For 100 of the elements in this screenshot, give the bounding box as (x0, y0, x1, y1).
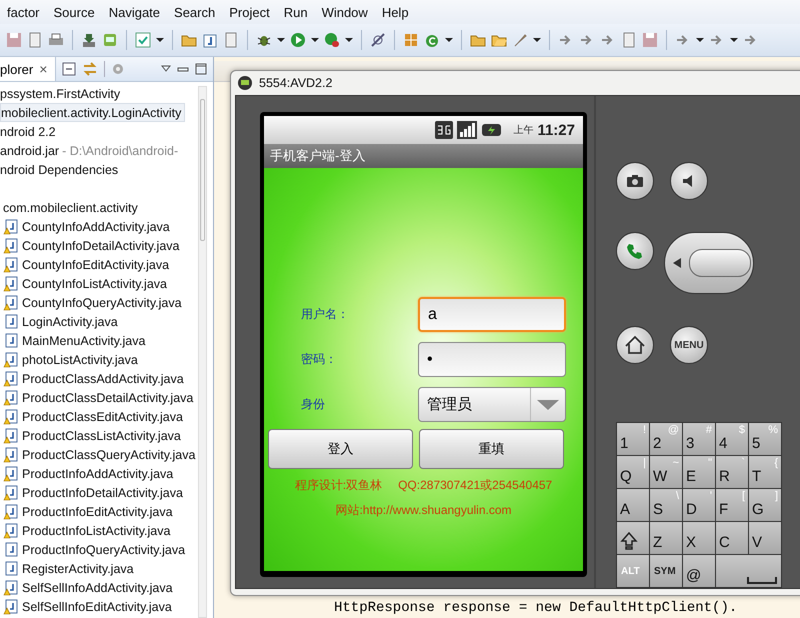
document-icon[interactable] (27, 32, 43, 48)
tree-item[interactable]: ProductInfoDetailActivity.java (0, 483, 186, 502)
tree-item[interactable]: CountyInfoDetailActivity.java (0, 236, 182, 255)
camera-button[interactable] (616, 162, 654, 200)
form-button[interactable]: 重填 (419, 429, 564, 469)
tree-item[interactable]: SelfSellInfoAddActivity.java (0, 578, 176, 597)
scrollbar[interactable] (198, 86, 207, 618)
tree-item[interactable]: ProductInfoEditActivity.java (0, 502, 176, 521)
menu-item[interactable]: Project (222, 4, 277, 20)
printer-icon[interactable] (48, 32, 64, 48)
caret-icon[interactable] (533, 37, 541, 43)
tree-item[interactable]: CountyInfoQueryActivity.java (0, 293, 185, 312)
tree-item[interactable]: CountyInfoListActivity.java (0, 274, 170, 293)
keyboard-key[interactable]: G ] (749, 489, 781, 521)
password-field[interactable]: • (418, 342, 566, 377)
maximize-icon[interactable] (195, 63, 207, 75)
tree-item[interactable]: ProductInfoListActivity.java (0, 521, 174, 540)
keyboard-key[interactable]: 3 # (683, 423, 715, 455)
android-device-icon[interactable] (102, 32, 118, 48)
keyboard-key[interactable]: S \ (650, 489, 682, 521)
caret-icon[interactable] (277, 37, 285, 43)
tree-item[interactable]: ProductInfoQueryActivity.java (0, 540, 188, 559)
keyboard-key[interactable]: 4 $ (716, 423, 748, 455)
caret-icon[interactable] (730, 37, 738, 43)
play-icon[interactable] (290, 32, 306, 48)
tree-item[interactable]: pssystem.FirstActivity (0, 84, 124, 103)
keyboard-key[interactable]: 5 % (749, 423, 781, 455)
menu-item[interactable]: Navigate (102, 4, 168, 20)
caret-icon[interactable] (696, 37, 704, 43)
keyboard-key[interactable]: V (749, 522, 781, 554)
menu-item[interactable]: Source (46, 4, 102, 20)
tree-item[interactable]: ndroid 2.2 (0, 122, 59, 141)
tree-item[interactable]: ProductInfoAddActivity.java (0, 464, 176, 483)
view-menu-icon[interactable] (161, 65, 171, 73)
tree-item[interactable]: com.mobileclient.activity (0, 198, 141, 217)
keyboard-key[interactable]: SYM (650, 555, 682, 587)
keyboard-key[interactable]: 2 @ (650, 423, 682, 455)
caret-icon[interactable] (445, 37, 453, 43)
space-key[interactable] (716, 555, 781, 587)
menu-item[interactable]: Window (314, 4, 375, 20)
close-icon[interactable]: × (39, 61, 48, 77)
keyboard-key[interactable]: R ` (716, 456, 748, 488)
keyboard-key[interactable]: Q | (617, 456, 649, 488)
tree-item[interactable]: ProductClassListActivity.java (0, 426, 184, 445)
keyboard-key[interactable]: A (617, 489, 649, 521)
run-tool-icon[interactable] (324, 32, 340, 48)
tree-item[interactable]: CountyInfoAddActivity.java (0, 217, 173, 236)
package-icon[interactable] (403, 32, 419, 48)
java-class-icon[interactable] (202, 32, 218, 48)
form-button[interactable]: 登入 (268, 429, 413, 469)
panel-tab[interactable]: plorer × (0, 57, 56, 81)
keyboard-key[interactable]: F [ (716, 489, 748, 521)
tree-item[interactable]: ProductClassAddActivity.java (0, 369, 187, 388)
new-class-icon[interactable] (424, 32, 440, 48)
volume-button[interactable] (670, 162, 708, 200)
caret-icon[interactable] (345, 37, 353, 43)
menu-item[interactable]: Search (167, 4, 222, 20)
menu-button[interactable]: MENU (670, 326, 708, 364)
app-title: 手机客户端-登入 (264, 144, 583, 168)
shift-key[interactable] (617, 522, 649, 554)
tree-item[interactable]: ProductClassDetailActivity.java (0, 388, 196, 407)
collapse-all-icon[interactable] (62, 62, 76, 76)
role-dropdown[interactable]: 管理员 (418, 387, 566, 422)
tree-item[interactable]: LoginActivity.java (0, 312, 121, 331)
brush-icon[interactable] (512, 32, 528, 48)
tree-item[interactable]: MainMenuActivity.java (0, 331, 148, 350)
keyboard-key[interactable]: X (683, 522, 715, 554)
tree-item[interactable]: CountyInfoEditActivity.java (0, 255, 172, 274)
skip-breakpoints-icon[interactable] (370, 32, 386, 48)
home-button[interactable] (616, 326, 654, 364)
tree-item[interactable]: ProductClassQueryActivity.java (0, 445, 198, 464)
tree-item[interactable]: ProductClassEditActivity.java (0, 407, 186, 426)
menu-item[interactable]: factor (0, 4, 47, 20)
caret-icon[interactable] (311, 37, 319, 43)
tree-item[interactable]: ndroid Dependencies (0, 160, 122, 179)
keyboard-key[interactable]: @ (683, 555, 715, 587)
keyboard-key[interactable]: W ~ (650, 456, 682, 488)
keyboard-key[interactable]: E " (683, 456, 715, 488)
menu-item[interactable]: Run (276, 4, 315, 20)
username-field[interactable]: a (418, 297, 566, 332)
keyboard-key[interactable]: D ' (683, 489, 715, 521)
tree-item[interactable]: RegisterActivity.java (0, 559, 137, 578)
left-arrow-icon (673, 258, 681, 268)
keyboard-key[interactable]: Z (650, 522, 682, 554)
caret-icon[interactable] (156, 37, 164, 43)
keyboard-key[interactable]: C (716, 522, 748, 554)
document-icon[interactable] (621, 32, 637, 48)
keyboard-key[interactable]: 1 ! (617, 423, 649, 455)
tree-item[interactable]: SelfSellInfoEditActivity.java (0, 597, 175, 616)
document-icon[interactable] (223, 32, 239, 48)
tree-item[interactable]: android.jar - D:\Android\android- (0, 141, 182, 160)
tree-item[interactable]: mobileclient.activity.LoginActivity (0, 103, 186, 122)
field-label: 密码： (300, 351, 338, 368)
keyboard-key[interactable]: T { (749, 456, 781, 488)
call-button[interactable] (616, 232, 654, 270)
tree-item[interactable]: photoListActivity.java (0, 350, 141, 369)
menu-item[interactable]: Help (374, 4, 416, 20)
link-arrows-icon[interactable] (82, 62, 98, 76)
checkbox-icon[interactable] (135, 32, 151, 48)
download-icon[interactable] (81, 32, 97, 48)
